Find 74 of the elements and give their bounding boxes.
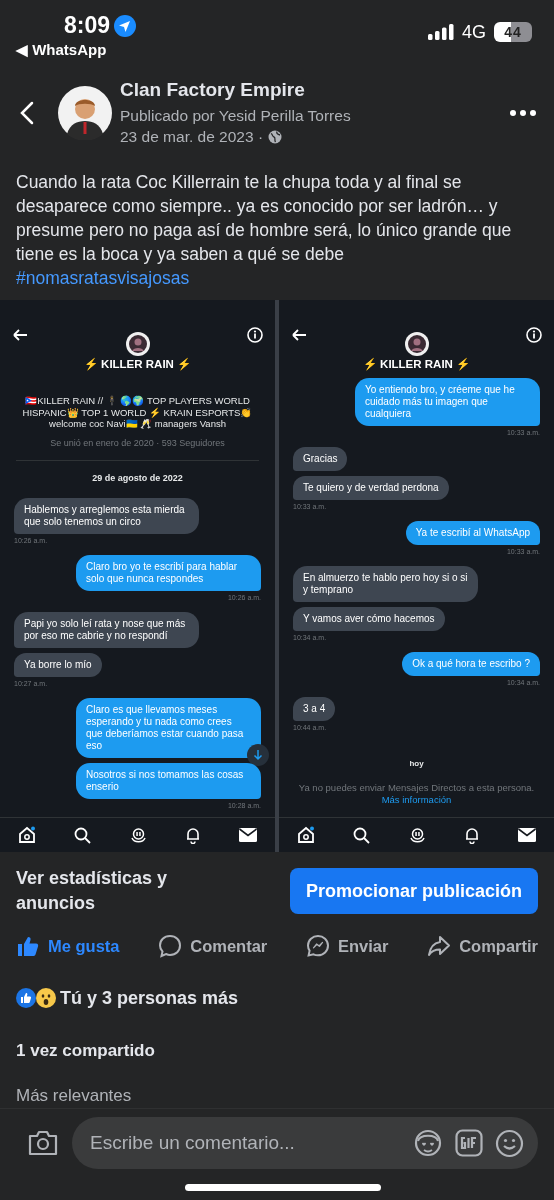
network-type: 4G: [462, 21, 486, 43]
received-message-bubble: Te quiero y de verdad perdona: [293, 476, 449, 500]
mail-icon[interactable]: [239, 828, 257, 842]
received-message-bubble: 3 a 4: [293, 697, 336, 721]
avatar-icon[interactable]: [125, 332, 150, 356]
page-name[interactable]: Clan Factory Empire: [120, 79, 510, 101]
location-icon: [114, 14, 137, 37]
back-arrow-icon[interactable]: [291, 328, 308, 342]
share-icon: [427, 934, 452, 958]
received-message-bubble: Y vamos aver cómo hacemos: [293, 607, 445, 631]
camera-icon[interactable]: [28, 1130, 58, 1156]
shares-count[interactable]: 1 vez compartido: [16, 1026, 538, 1076]
comment-field[interactable]: Escribe un comentario...: [72, 1117, 538, 1169]
avatar-icon[interactable]: [404, 332, 429, 356]
sent-message-bubble: Nosotros si nos tomamos las cosas enserio: [76, 762, 261, 799]
avatar-icon[interactable]: [58, 86, 112, 140]
messenger-icon: [305, 934, 330, 958]
post-text: Cuando la rata Coc Killerrain te la chupa toda y al final se desaparece como siempre.. ya es conocido por ser ladrón… y presume pero no paga así de hombre será, lo único grande que tiene es la boca y ya saben a qué se debe #nomasratasvisajosas: [16, 171, 513, 290]
back-arrow-icon[interactable]: [12, 328, 29, 342]
received-message-bubble: En almuerzo te hablo pero hoy si o si y temprano: [293, 566, 478, 602]
profile-bio: 🇵🇷KILLER RAIN // 🕴 🌎🌍 TOP PLAYERS WORLD HISPANIC👑 TOP 1 WORLD ⚡ KRAIN ESPORTS👏 welcome coc Navi🇺🇦 🥂 managers Vansh: [21, 395, 254, 430]
promote-post-button[interactable]: Promocionar publicación: [289, 868, 538, 914]
like-action[interactable]: Me gusta: [16, 934, 120, 958]
blocked-notice: Ya no puedes enviar Mensajes Directos a esta persona. Más información: [297, 782, 536, 806]
home-icon[interactable]: [297, 826, 315, 844]
sent-message-bubble: Ya te escribí al WhatsApp: [405, 521, 540, 545]
share-action[interactable]: Compartir: [427, 934, 538, 958]
clock-time: 8:09: [64, 12, 111, 39]
date-divider: 29 de agosto de 2022: [91, 472, 184, 483]
info-icon[interactable]: [247, 327, 263, 343]
profile-name: ⚡ KILLER RAIN ⚡: [82, 357, 193, 371]
back-to-app-link[interactable]: ◀ WhatsApp: [16, 41, 137, 59]
received-message-bubble: Gracias: [293, 447, 348, 471]
search-icon[interactable]: [74, 826, 92, 844]
reactions-count[interactable]: Tú y 3 personas más: [60, 987, 239, 1009]
like-reaction-icon: [16, 988, 36, 1008]
more-info-link[interactable]: Más información: [381, 794, 452, 805]
bell-icon[interactable]: [463, 826, 480, 844]
home-icon[interactable]: [18, 826, 36, 844]
day-divider: hoy: [408, 759, 425, 768]
sent-message-bubble: Claro es que llevamos meses esperando y tu nada como crees que deberíamos estar cuando pasa eso: [76, 697, 261, 758]
microphone-icon[interactable]: [408, 826, 426, 844]
comment-input[interactable]: Escribe un comentario...: [88, 1131, 401, 1155]
back-icon[interactable]: [20, 101, 34, 125]
comment-sort[interactable]: Más relevantes: [16, 1076, 538, 1108]
stats-and-ads-link[interactable]: Ver estadísticas y anuncios: [16, 866, 216, 916]
post-date: 23 de mar. de 2023 ·: [120, 127, 264, 147]
profile-name: ⚡ KILLER RAIN ⚡: [361, 357, 472, 371]
more-icon[interactable]: [510, 110, 536, 116]
sent-message-bubble: Claro bro yo te escribí para hablar solo que nunca respondes: [76, 554, 261, 591]
gif-icon[interactable]: [455, 1129, 483, 1157]
comment-action[interactable]: Comentar: [158, 934, 268, 958]
comment-icon: [158, 934, 183, 958]
received-message-bubble: Papi yo solo leí rata y nose que más por eso me cabrie y no respondí: [14, 611, 199, 648]
wow-reaction-icon: [36, 988, 56, 1008]
mail-icon[interactable]: [518, 828, 536, 842]
microphone-icon[interactable]: [129, 826, 147, 844]
like-icon: [16, 934, 40, 958]
sent-message-bubble: Yo entiendo bro, y créeme que he cuidado más tu imagen que cualquiera: [355, 378, 540, 426]
sticker-icon[interactable]: [413, 1129, 443, 1157]
send-action[interactable]: Enviar: [305, 934, 389, 958]
posted-by-text: Publicado por Yesid Perilla Torres: [120, 106, 352, 126]
profile-stats: Se unió en enero de 2020 · 593 Seguidores: [16, 437, 259, 461]
search-icon[interactable]: [353, 826, 371, 844]
globe-icon: [268, 129, 283, 144]
bell-icon[interactable]: [184, 826, 201, 844]
sent-message-bubble: Ok a qué hora te escribo ?: [402, 652, 540, 676]
scroll-down-button[interactable]: [247, 743, 269, 766]
info-icon[interactable]: [526, 327, 542, 343]
emoji-icon[interactable]: [495, 1128, 524, 1158]
received-message-bubble: Ya borre lo mío: [14, 652, 102, 677]
hashtag-link[interactable]: #nomasratasvisajosas: [16, 268, 190, 288]
received-message-bubble: Hablemos y arreglemos esta mierda que solo tenemos un circo: [14, 497, 199, 534]
signal-icon: [428, 24, 454, 40]
